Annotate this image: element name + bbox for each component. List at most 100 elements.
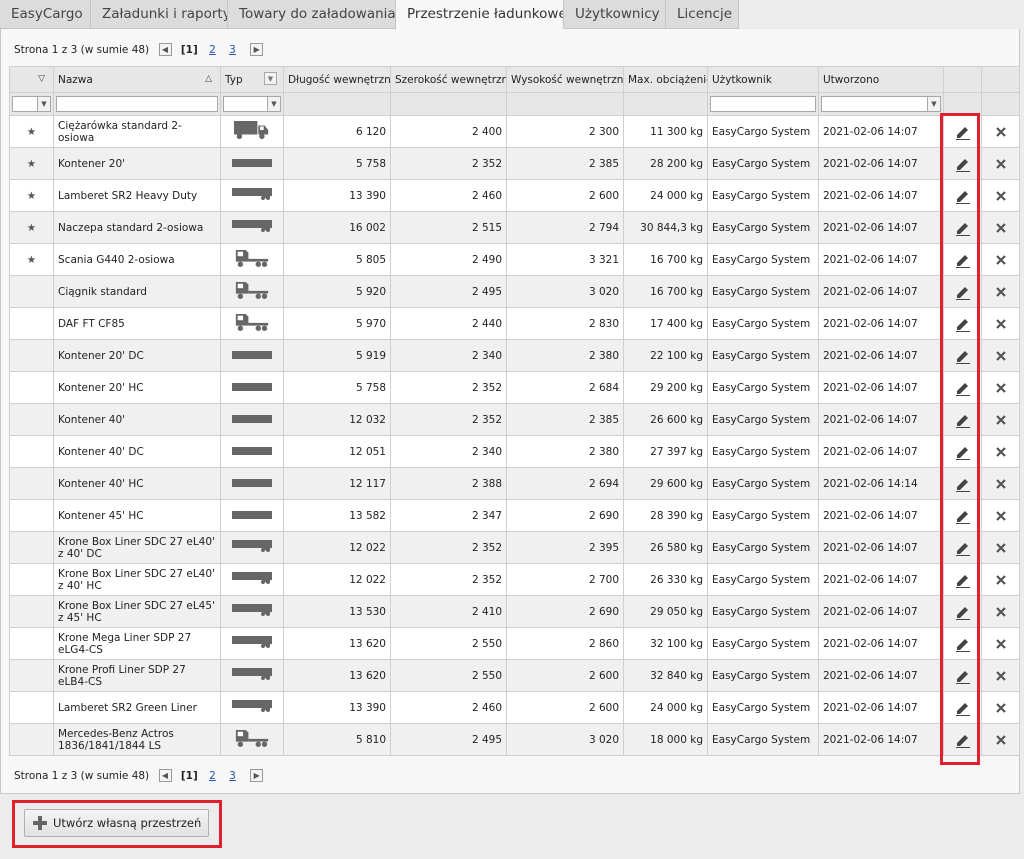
favorite-cell[interactable] xyxy=(9,595,54,628)
table-row[interactable]: Mercedes-Benz Actros 1836/1841/1844 LS 5 … xyxy=(9,723,1020,756)
table-row[interactable]: Kontener 45' HC 13 582 2 347 2 690 28 390 kg… xyxy=(9,499,1020,532)
col-created-header[interactable]: Utworzono xyxy=(818,66,944,93)
table-row[interactable]: ★ Lamberet SR2 Heavy Duty 13 390 2 460 2 600… xyxy=(9,179,1020,212)
favorite-cell[interactable] xyxy=(9,659,54,692)
tab-easycargo[interactable]: EasyCargo xyxy=(0,0,91,29)
favorite-cell[interactable] xyxy=(9,691,54,724)
favorite-cell[interactable] xyxy=(9,307,54,340)
delete-cell[interactable] xyxy=(981,243,1020,276)
table-row[interactable]: Kontener 20' HC 5 758 2 352 2 684 29 200 kg E… xyxy=(9,371,1020,404)
col-type-header[interactable]: Typ ▼ xyxy=(220,66,284,93)
table-row[interactable]: Krone Box Liner SDC 27 eL40' z 40' DC 12 … xyxy=(9,531,1020,564)
chevron-left-icon[interactable]: ◀ xyxy=(158,42,172,56)
favorite-cell[interactable] xyxy=(9,435,54,468)
fav-filter-select[interactable]: ▼ xyxy=(12,96,51,112)
favorite-cell[interactable]: ★ xyxy=(9,179,54,212)
delete-cell[interactable] xyxy=(981,467,1020,500)
star-icon[interactable]: ★ xyxy=(27,254,36,266)
table-row[interactable]: Kontener 20' DC 5 919 2 340 2 380 22 100 kg E… xyxy=(9,339,1020,372)
star-icon[interactable]: ★ xyxy=(27,126,36,138)
favorite-cell[interactable] xyxy=(9,275,54,308)
tab-towary[interactable]: Towary do załadowania xyxy=(228,0,396,29)
close-icon[interactable] xyxy=(993,508,1009,524)
table-row[interactable]: ★ Scania G440 2-osiowa 5 805 2 490 3 321 16 7… xyxy=(9,243,1020,276)
create-space-button[interactable]: Utwórz własną przestrzeń xyxy=(24,809,209,837)
delete-cell[interactable] xyxy=(981,307,1020,340)
delete-cell[interactable] xyxy=(981,339,1020,372)
favorite-cell[interactable]: ★ xyxy=(9,211,54,244)
favorite-cell[interactable]: ★ xyxy=(9,243,54,276)
delete-cell[interactable] xyxy=(981,563,1020,596)
close-icon[interactable] xyxy=(993,220,1009,236)
star-icon[interactable]: ★ xyxy=(27,190,36,202)
tab-przestrzenie[interactable]: Przestrzenie ładunkowe xyxy=(396,0,564,29)
close-icon[interactable] xyxy=(993,156,1009,172)
col-width-header[interactable]: Szerokość wewnętrzna xyxy=(390,66,507,93)
delete-cell[interactable] xyxy=(981,435,1020,468)
user-filter-input[interactable] xyxy=(710,96,816,112)
close-icon[interactable] xyxy=(993,636,1009,652)
close-icon[interactable] xyxy=(993,412,1009,428)
col-length-header[interactable]: Długość wewnętrzna xyxy=(283,66,391,93)
table-row[interactable]: Krone Mega Liner SDP 27 eLG4-CS 13 620 2 5… xyxy=(9,627,1020,660)
type-filter-select[interactable]: ▼ xyxy=(223,96,281,112)
col-maxload-header[interactable]: Max. obciążenie xyxy=(623,66,708,93)
close-icon[interactable] xyxy=(993,444,1009,460)
favorite-cell[interactable] xyxy=(9,339,54,372)
favorite-cell[interactable] xyxy=(9,403,54,436)
chevron-right-icon[interactable]: ▶ xyxy=(250,768,264,782)
table-row[interactable]: Krone Box Liner SDC 27 eL40' z 40' HC 12 … xyxy=(9,563,1020,596)
favorite-cell[interactable]: ★ xyxy=(9,147,54,180)
close-icon[interactable] xyxy=(993,316,1009,332)
sort-icon[interactable]: ▽ xyxy=(38,74,45,84)
chevron-left-icon[interactable]: ◀ xyxy=(158,768,172,782)
close-icon[interactable] xyxy=(993,124,1009,140)
pager-page-3[interactable]: 3 xyxy=(229,770,236,782)
pager-page-2[interactable]: 2 xyxy=(209,770,216,782)
tab-licencje[interactable]: Licencje xyxy=(666,0,739,29)
close-icon[interactable] xyxy=(993,540,1009,556)
close-icon[interactable] xyxy=(993,380,1009,396)
favorite-cell[interactable] xyxy=(9,467,54,500)
close-icon[interactable] xyxy=(993,572,1009,588)
table-row[interactable]: Kontener 40' 12 032 2 352 2 385 26 600 kg Eas… xyxy=(9,403,1020,436)
col-fav-header[interactable]: ▽ xyxy=(9,66,54,93)
col-name-header[interactable]: Nazwa △ xyxy=(53,66,221,93)
table-row[interactable]: Lamberet SR2 Green Liner 13 390 2 460 2 600… xyxy=(9,691,1020,724)
table-row[interactable]: DAF FT CF85 5 970 2 440 2 830 17 400 kg EasyC… xyxy=(9,307,1020,340)
delete-cell[interactable] xyxy=(981,403,1020,436)
table-row[interactable]: Ciągnik standard 5 920 2 495 3 020 16 700 kg… xyxy=(9,275,1020,308)
close-icon[interactable] xyxy=(993,348,1009,364)
delete-cell[interactable] xyxy=(981,531,1020,564)
favorite-cell[interactable] xyxy=(9,563,54,596)
delete-cell[interactable] xyxy=(981,595,1020,628)
sort-icon[interactable]: △ xyxy=(205,74,212,84)
delete-cell[interactable] xyxy=(981,275,1020,308)
close-icon[interactable] xyxy=(993,732,1009,748)
pager-page-3[interactable]: 3 xyxy=(229,44,236,56)
table-row[interactable]: Krone Box Liner SDC 27 eL45' z 45' HC 13 … xyxy=(9,595,1020,628)
chevron-down-icon[interactable]: ▼ xyxy=(264,72,277,85)
delete-cell[interactable] xyxy=(981,147,1020,180)
close-icon[interactable] xyxy=(993,700,1009,716)
favorite-cell[interactable] xyxy=(9,723,54,756)
delete-cell[interactable] xyxy=(981,723,1020,756)
chevron-right-icon[interactable]: ▶ xyxy=(250,42,264,56)
col-height-header[interactable]: Wysokość wewnętrzna xyxy=(506,66,624,93)
table-row[interactable]: ★ Naczepa standard 2-osiowa 16 002 2 515 2 7… xyxy=(9,211,1020,244)
star-icon[interactable]: ★ xyxy=(27,158,36,170)
delete-cell[interactable] xyxy=(981,115,1020,148)
close-icon[interactable] xyxy=(993,604,1009,620)
delete-cell[interactable] xyxy=(981,691,1020,724)
created-filter-select[interactable]: ▼ xyxy=(821,96,941,112)
delete-cell[interactable] xyxy=(981,659,1020,692)
table-row[interactable]: Kontener 40' DC 12 051 2 340 2 380 27 397 kg… xyxy=(9,435,1020,468)
favorite-cell[interactable] xyxy=(9,371,54,404)
delete-cell[interactable] xyxy=(981,627,1020,660)
table-row[interactable]: ★ Ciężarówka standard 2-osiowa 6 120 2 400 2… xyxy=(9,115,1020,148)
table-row[interactable]: Krone Profi Liner SDP 27 eLB4-CS 13 620 2 … xyxy=(9,659,1020,692)
table-row[interactable]: Kontener 40' HC 12 117 2 388 2 694 29 600 kg… xyxy=(9,467,1020,500)
favorite-cell[interactable] xyxy=(9,531,54,564)
pager-page-2[interactable]: 2 xyxy=(209,44,216,56)
close-icon[interactable] xyxy=(993,476,1009,492)
